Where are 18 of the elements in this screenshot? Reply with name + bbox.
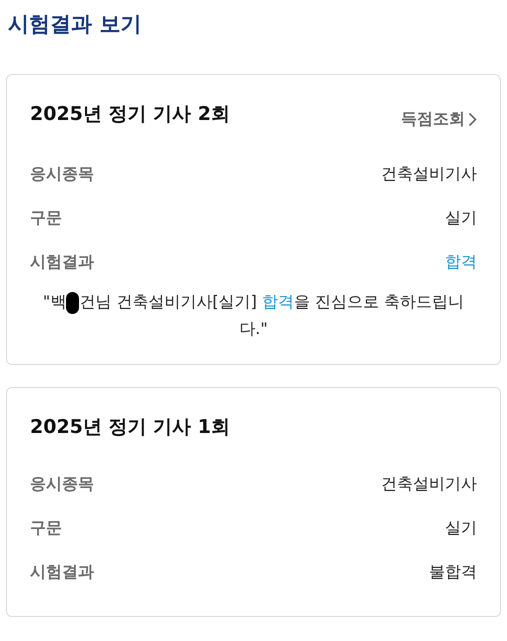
field-value: 건축설비기사 [381,164,477,184]
chevron-right-icon [468,112,477,127]
congratulation-message: "백 건님 건축설비기사[실기] 합격 을 진심으로 축하드립니다." [42,290,466,340]
score-link[interactable]: 득점조회 [401,109,477,130]
field-label: 응시종목 [30,164,94,184]
field-label: 구문 [30,518,62,539]
field-label: 구문 [30,208,62,228]
exam-title: 2025년 정기 기사 1회 [30,415,230,440]
field-value: 불합격 [429,562,477,583]
field-label: 시험결과 [30,252,94,272]
field-value: 건축설비기사 [381,474,477,495]
field-value: 실기 [445,208,477,228]
field-label: 시험결과 [30,562,94,583]
page-title: 시험결과 보기 [8,11,142,38]
field-label: 응시종목 [30,474,94,495]
field-value: 합격 [445,252,477,272]
field-value: 실기 [445,518,477,539]
exam-title: 2025년 정기 기사 2회 [30,102,230,127]
